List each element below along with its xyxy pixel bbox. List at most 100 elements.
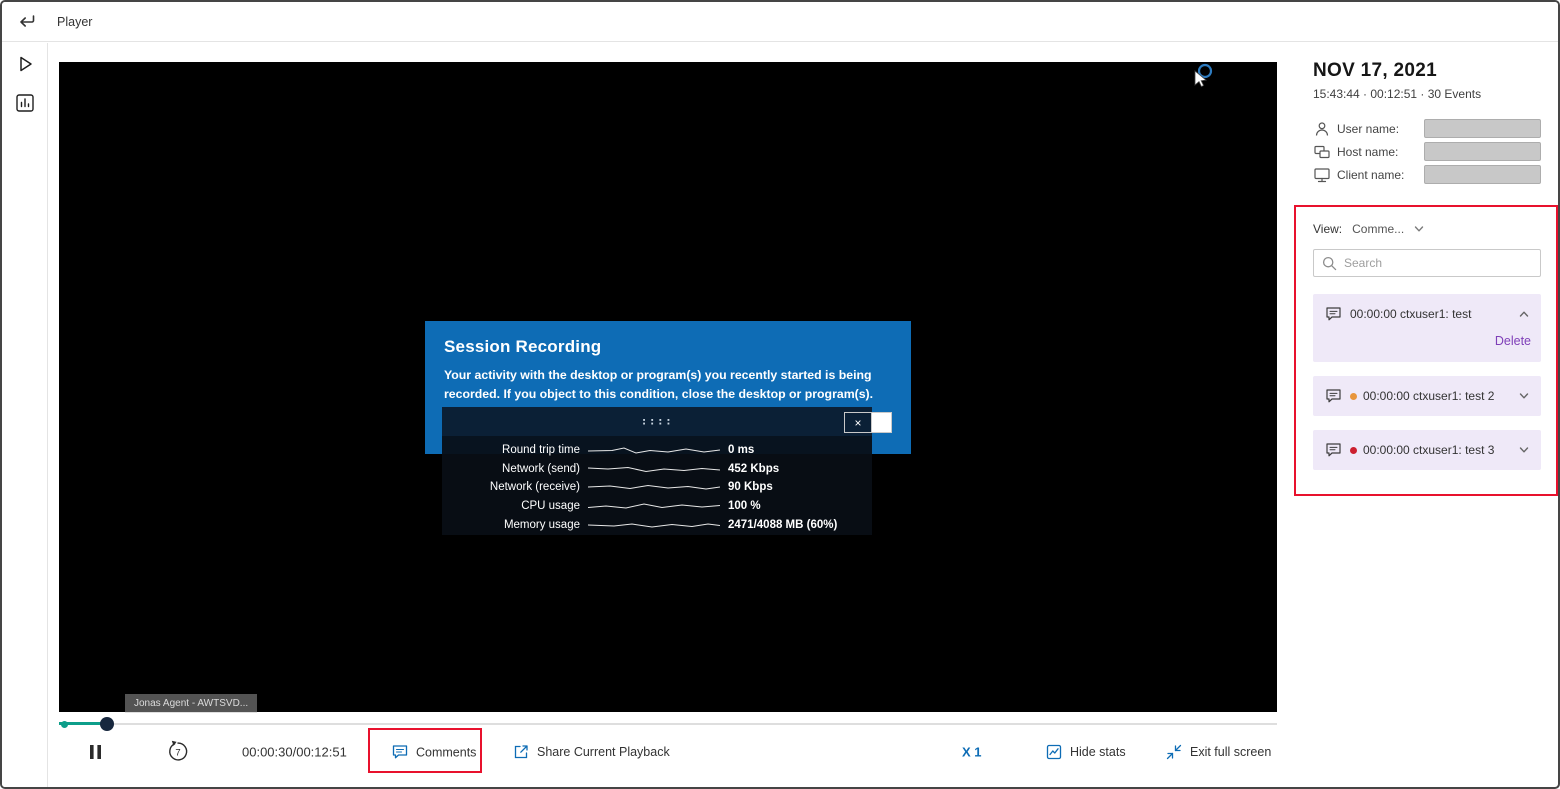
sparkline-icon — [588, 481, 720, 493]
stat-value: 90 Kbps — [728, 481, 773, 493]
back-arrow-icon — [17, 12, 37, 32]
stats-title-bar: :::: × — [442, 407, 872, 436]
view-label: View: — [1313, 222, 1342, 236]
rewind-7s-button[interactable]: 7 — [165, 740, 191, 765]
stat-value: 0 ms — [728, 444, 754, 456]
comment-bubble-icon — [1325, 306, 1342, 322]
close-icon: × — [854, 416, 861, 430]
client-name-row: Client name: — [1313, 163, 1541, 186]
stats-rows: Round trip time 0 ms Network (send) 452 … — [442, 436, 872, 534]
seek-bar[interactable] — [59, 716, 1277, 732]
close-stats-button[interactable]: × — [844, 412, 872, 433]
comment-list: 00:00:00 ctxuser1: test Delete 00:00:00 … — [1313, 294, 1541, 470]
comment-severity-dot-red — [1350, 447, 1357, 454]
sparkline-icon — [588, 463, 720, 475]
user-name-label: User name: — [1337, 122, 1399, 136]
chevron-down-icon — [1412, 222, 1426, 236]
host-name-row: Host name: — [1313, 140, 1541, 163]
hide-stats-button[interactable]: Hide stats — [1045, 743, 1126, 761]
collapse-toggle[interactable] — [1517, 307, 1531, 321]
comment-text: 00:00:00 ctxuser1: test 2 — [1363, 389, 1494, 403]
comments-label: Comments — [416, 745, 476, 759]
pause-icon — [89, 744, 103, 760]
chevron-down-icon — [1517, 443, 1531, 457]
seek-handle[interactable] — [100, 717, 114, 731]
notice-dialog-title: Session Recording — [444, 337, 891, 357]
comment-card-header[interactable]: 00:00:00 ctxuser1: test — [1325, 306, 1531, 322]
share-current-playback-button[interactable]: Share Current Playback — [512, 743, 670, 761]
sparkline-icon — [588, 444, 720, 456]
recording-fields: User name: Host name: Client name: — [1313, 117, 1541, 186]
comment-card: 00:00:00 ctxuser1: test 3 — [1313, 430, 1541, 470]
recording-meta: 15:43:44 · 00:12:51 · 30 Events — [1313, 87, 1541, 101]
expand-toggle[interactable] — [1517, 443, 1531, 457]
video-surface[interactable]: Session Recording Your activity with the… — [59, 62, 1277, 712]
client-monitor-icon — [1313, 166, 1331, 184]
left-rail — [2, 43, 48, 787]
back-button[interactable] — [17, 12, 37, 32]
recording-date: NOV 17, 2021 — [1313, 60, 1541, 82]
stats-chart-icon — [1045, 743, 1063, 761]
rail-play-button[interactable] — [14, 53, 36, 75]
stat-row: Network (receive) 90 Kbps — [452, 478, 862, 497]
play-icon — [14, 53, 36, 75]
playback-speed-button[interactable]: X 1 — [962, 745, 982, 760]
exit-full-screen-icon — [1165, 743, 1183, 761]
exit-full-screen-label: Exit full screen — [1190, 745, 1271, 759]
stat-value: 2471/4088 MB (60%) — [728, 519, 837, 531]
comments-button[interactable]: Comments — [391, 744, 476, 761]
svg-text:7: 7 — [175, 748, 180, 759]
seek-start-marker — [61, 721, 68, 728]
host-name-value-redacted — [1424, 142, 1541, 161]
player-window: Player Session Recording Your activity w… — [0, 0, 1560, 789]
hide-stats-label: Hide stats — [1070, 745, 1126, 759]
stat-value: 100 % — [728, 500, 761, 512]
playback-time: 00:00:30/00:12:51 — [242, 745, 347, 760]
comment-text: 00:00:00 ctxuser1: test 3 — [1363, 443, 1494, 457]
recorded-cursor — [1187, 62, 1217, 92]
chevron-up-icon — [1517, 307, 1531, 321]
sparkline-icon — [588, 500, 720, 512]
view-dropdown[interactable] — [1412, 222, 1426, 236]
chevron-down-icon — [1517, 389, 1531, 403]
expand-toggle[interactable] — [1517, 389, 1531, 403]
cursor-highlight-icon — [1199, 65, 1211, 77]
comment-card-header[interactable]: 00:00:00 ctxuser1: test 2 — [1325, 388, 1531, 404]
exit-full-screen-button[interactable]: Exit full screen — [1165, 743, 1271, 761]
rewind-7-icon: 7 — [165, 740, 191, 765]
recording-details-panel: NOV 17, 2021 15:43:44 · 00:12:51 · 30 Ev… — [1313, 60, 1541, 484]
page-title: Player — [57, 15, 92, 29]
stat-row: Round trip time 0 ms — [452, 441, 862, 460]
stat-row: CPU usage 100 % — [452, 497, 862, 516]
comment-text: 00:00:00 ctxuser1: test — [1350, 307, 1471, 321]
share-icon — [512, 743, 530, 761]
view-selected-value[interactable]: Comme... — [1352, 222, 1404, 236]
share-label: Share Current Playback — [537, 745, 670, 759]
comment-card: 00:00:00 ctxuser1: test Delete — [1313, 294, 1541, 362]
top-bar: Player — [2, 2, 1558, 42]
search-input[interactable] — [1313, 249, 1541, 277]
speed-label: X 1 — [962, 745, 982, 760]
comment-search — [1313, 249, 1541, 277]
notice-dialog-body: Your activity with the desktop or progra… — [444, 366, 891, 404]
comment-bubble-icon — [1325, 442, 1342, 458]
comment-card-header[interactable]: 00:00:00 ctxuser1: test 3 — [1325, 442, 1531, 458]
pause-button[interactable] — [89, 744, 103, 760]
sparkline-icon — [588, 519, 720, 531]
drag-handle-icon[interactable]: :::: — [641, 414, 674, 427]
rail-events-button[interactable] — [14, 92, 36, 114]
window-fragment — [872, 412, 892, 433]
stat-label: Network (send) — [452, 463, 580, 475]
client-name-label: Client name: — [1337, 168, 1404, 182]
comment-card: 00:00:00 ctxuser1: test 2 — [1313, 376, 1541, 416]
stat-label: Network (receive) — [452, 481, 580, 493]
seek-track[interactable] — [59, 723, 1277, 725]
user-icon — [1313, 120, 1331, 138]
user-name-row: User name: — [1313, 117, 1541, 140]
playback-controls: 7 00:00:30/00:12:51 Comments Share Curre… — [59, 731, 1277, 773]
stat-label: Round trip time — [452, 444, 580, 456]
delete-comment-link[interactable]: Delete — [1495, 334, 1531, 348]
view-selector-row: View: Comme... — [1313, 222, 1541, 236]
stats-close-group: × — [844, 412, 892, 433]
stat-row: Network (send) 452 Kbps — [452, 460, 862, 479]
